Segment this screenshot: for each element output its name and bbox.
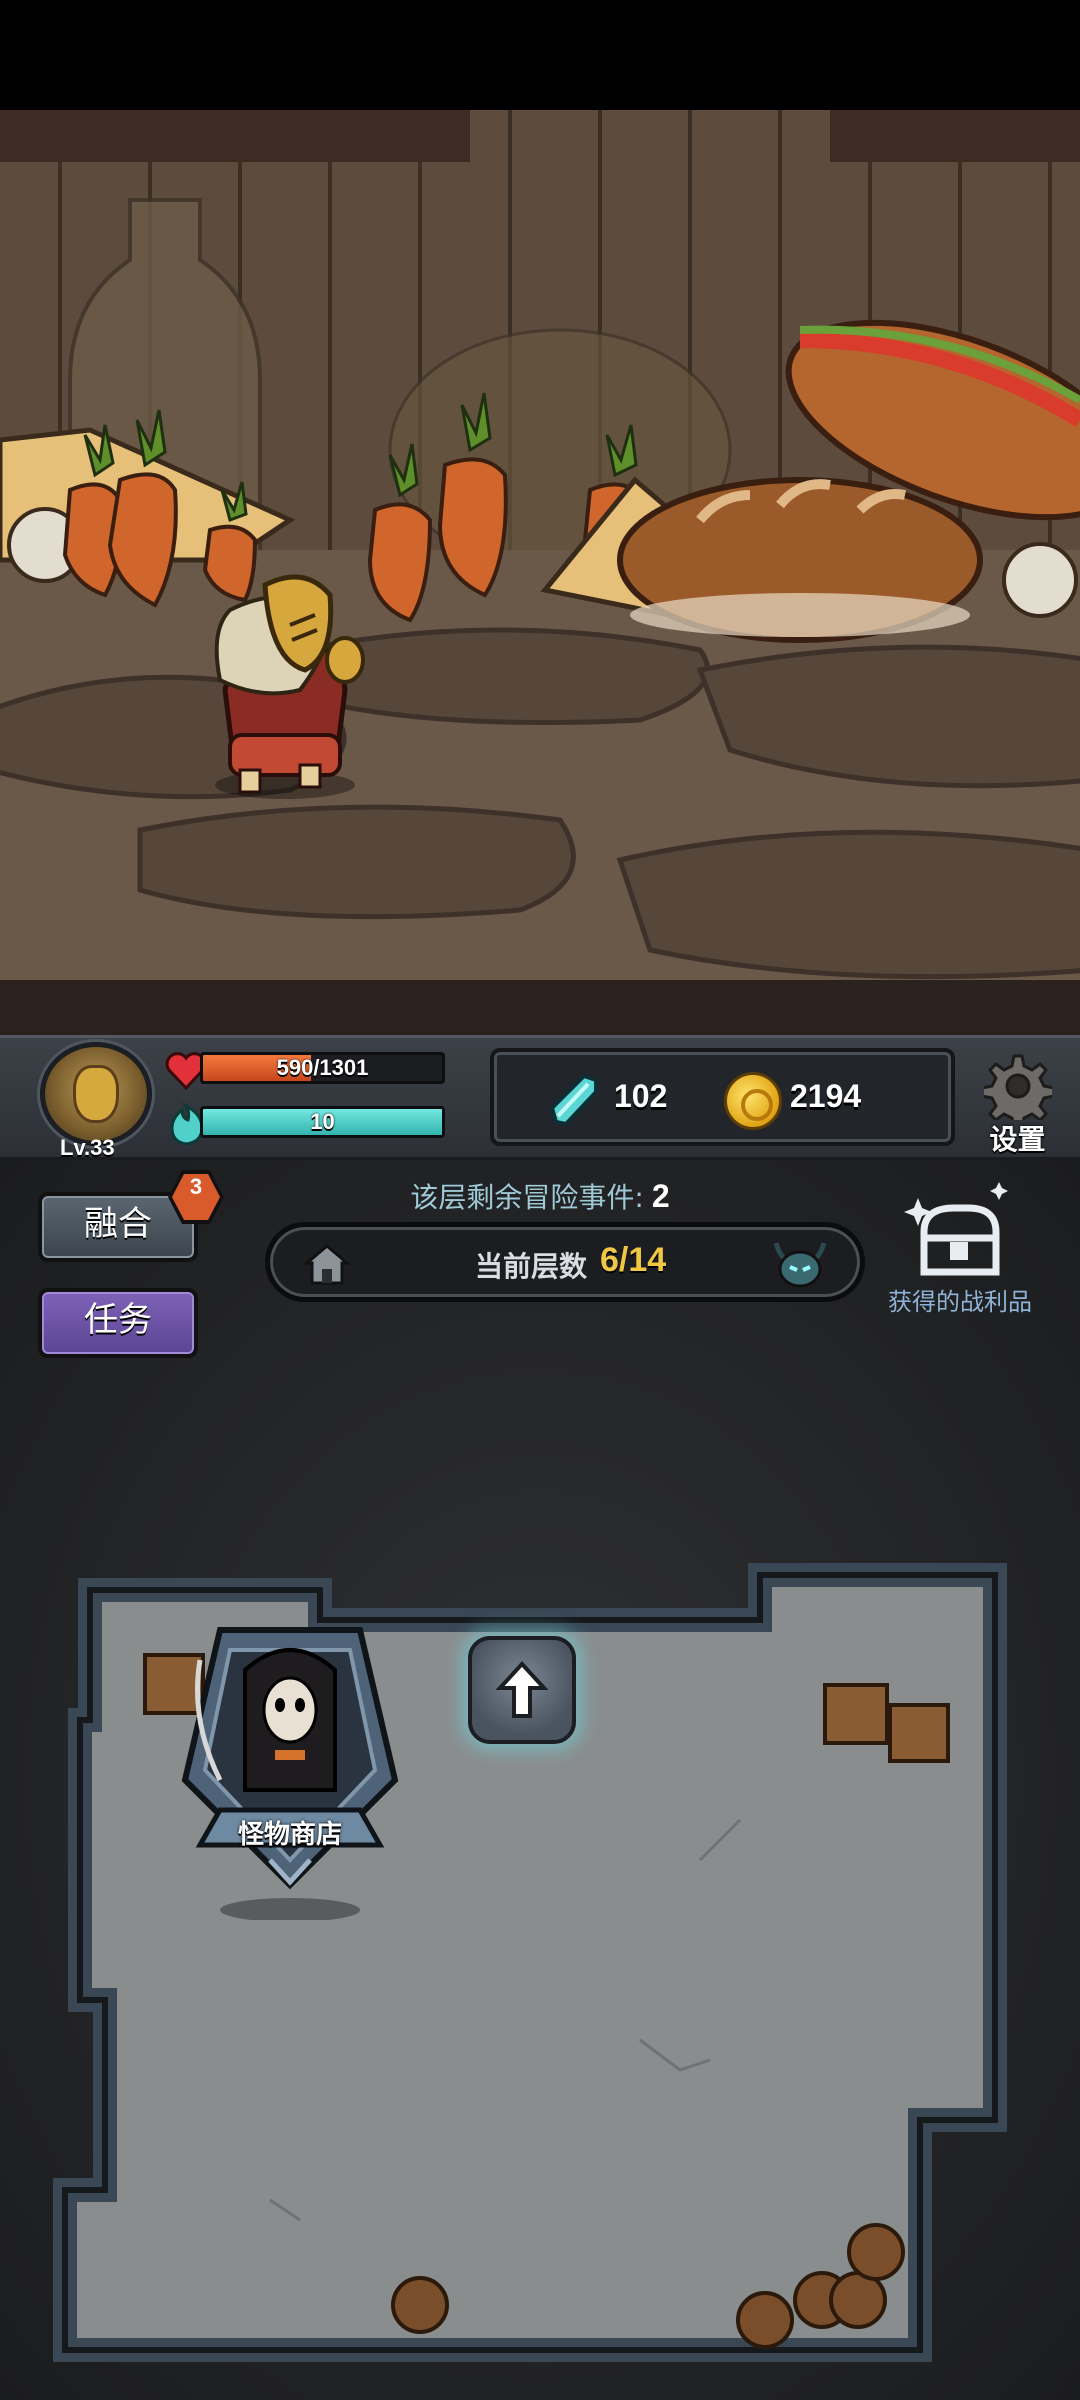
gem-count: 102 (614, 1078, 668, 1114)
player-level: Lv.33 (60, 1135, 115, 1160)
task-button-label: 任务 (84, 1300, 152, 1340)
loot-label: 获得的战利品 (888, 1288, 1032, 1316)
monster-shop-node[interactable]: 怪物商店 (160, 1620, 420, 1922)
task-button[interactable]: 任务 (38, 1288, 198, 1358)
mp-bar: 10 (200, 1106, 445, 1138)
player-hud: Lv.33 590/1301 10 102 2194 设置 (0, 1035, 1080, 1160)
monster-shop-label: 怪物商店 (237, 1820, 342, 1850)
treasure-chest-icon (904, 1182, 1008, 1276)
dungeon-panel: 融合 3 任务 该层剩余冒险事件: 2 当前层数 6/14 获得的战利品 怪物商… (0, 1160, 1080, 2400)
demon-head-icon (773, 1242, 827, 1288)
top-black-bar (0, 0, 1080, 110)
currency-panel: 102 2194 (490, 1048, 955, 1146)
current-floor-label: 当前层数 (475, 1250, 588, 1283)
house-icon (302, 1244, 352, 1285)
mp-text: 10 (310, 1109, 335, 1134)
arrow-up-icon (496, 1661, 548, 1718)
settings-label: 设置 (989, 1123, 1046, 1156)
remaining-events-value: 2 (651, 1178, 670, 1214)
current-floor-value: 6/14 (600, 1241, 667, 1279)
go-up-button[interactable] (468, 1636, 576, 1744)
floor-progress-bar: 当前层数 6/14 (265, 1222, 865, 1302)
player-avatar[interactable] (40, 1042, 152, 1146)
coin-icon (724, 1072, 782, 1130)
battle-scene (0, 110, 1080, 1035)
dungeon-room: 怪物商店 (0, 1420, 1080, 2380)
loot-button[interactable]: 获得的战利品 (880, 1182, 1040, 1316)
gear-icon (984, 1054, 1052, 1120)
coin-count: 2194 (790, 1078, 862, 1114)
crystal-icon (549, 1073, 598, 1127)
player-portrait (73, 1065, 119, 1123)
monster-shop-badge (181, 1627, 399, 1922)
remaining-events-label: 该层剩余冒险事件: (410, 1181, 644, 1214)
hp-bar: 590/1301 (200, 1052, 445, 1084)
hp-text: 590/1301 (276, 1055, 369, 1080)
settings-button[interactable]: 设置 (970, 1052, 1065, 1156)
